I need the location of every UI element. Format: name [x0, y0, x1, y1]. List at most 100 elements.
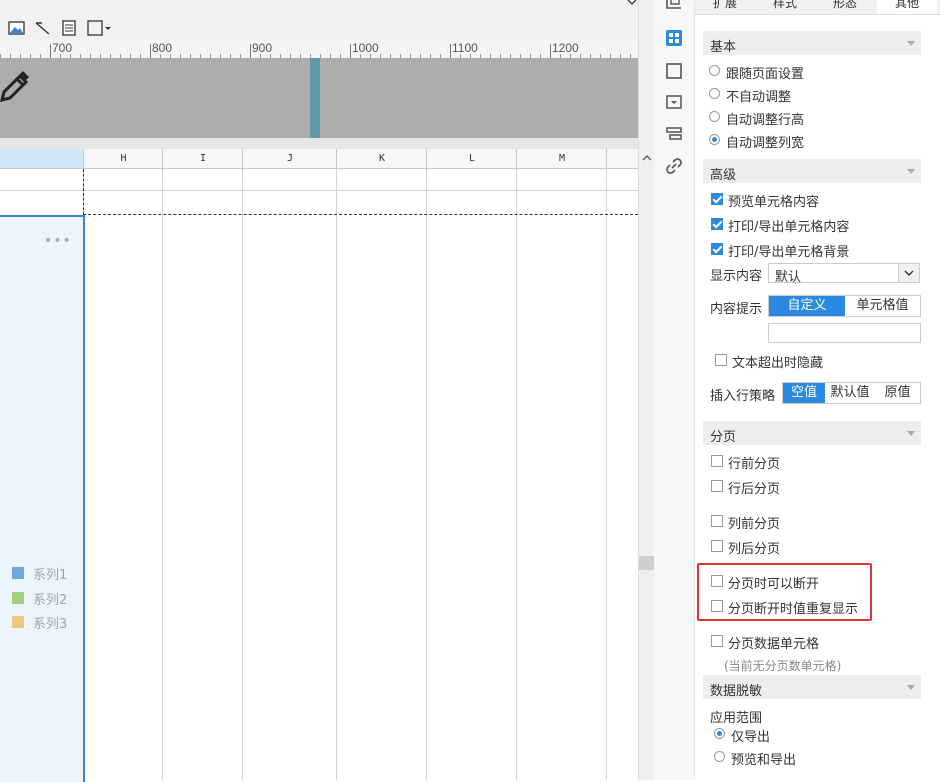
apply-scope-label: 应用范围 [710, 711, 763, 726]
tooltip-text-input[interactable] [768, 323, 921, 343]
condition-attribute-icon[interactable] [664, 124, 684, 144]
select-value: 默认 [775, 270, 802, 285]
collapse-arrow-icon[interactable] [907, 169, 915, 174]
radio-button-selected[interactable] [714, 728, 725, 739]
checkbox-label: 预览单元格内容 [728, 195, 820, 210]
cell-attribute-icon[interactable] [664, 28, 684, 48]
page-boundary-marker[interactable] [310, 58, 320, 138]
radio-button[interactable] [709, 111, 720, 122]
checkbox[interactable] [711, 193, 723, 205]
column-header-i[interactable]: I [162, 149, 243, 168]
section-title: 分页 [710, 430, 737, 445]
insert-option-original[interactable]: 原值 [875, 383, 920, 403]
horizontal-ruler: 700 800 900 1000 1100 1200 [0, 40, 638, 59]
tab-other[interactable]: 其他 [877, 0, 937, 14]
cell-element-icon[interactable] [664, 0, 684, 14]
legend-label: 系列1 [33, 568, 68, 583]
checkbox[interactable] [715, 354, 727, 366]
insert-row-label: 插入行策略 [710, 389, 776, 404]
scroll-thumb[interactable] [639, 556, 654, 570]
radio-label: 自动调整行高 [726, 113, 805, 128]
checkbox-label: 打印/导出单元格内容 [728, 220, 850, 235]
hyperlink-icon[interactable] [664, 156, 684, 176]
radio-button[interactable] [709, 65, 720, 76]
checkbox[interactable] [711, 243, 723, 255]
more-options-icon[interactable]: ••• [44, 233, 72, 249]
page-break-line [83, 214, 638, 215]
widget-icon[interactable] [664, 61, 684, 81]
cell-properties-panel: 扩展 样式 形态 其他 基本 跟随页面设置 不自动调整 自动调整行高 自动调整列… [695, 0, 940, 780]
display-content-select[interactable]: 默认 [768, 263, 920, 285]
checkbox[interactable] [711, 480, 723, 492]
chevron-down-icon[interactable] [898, 264, 919, 282]
ruler-tick [150, 44, 151, 58]
ruler-tick [50, 44, 51, 58]
expand-icon[interactable] [626, 0, 638, 10]
tab-style[interactable]: 样式 [755, 0, 815, 11]
radio-label: 预览和导出 [731, 753, 797, 768]
ruler-label: 1200 [552, 41, 579, 55]
insert-option-default[interactable]: 默认值 [825, 383, 875, 403]
checkbox[interactable] [711, 515, 723, 527]
dropdown-control-icon[interactable] [664, 92, 684, 112]
checkbox-label: 列后分页 [728, 542, 781, 557]
tooltip-option-custom[interactable]: 自定义 [769, 296, 845, 316]
checkbox-label: 打印/导出单元格背景 [728, 245, 850, 260]
column-header-bar: H I J K L M [0, 149, 638, 169]
spreadsheet-grid[interactable] [0, 169, 638, 780]
ruler-tick [450, 44, 451, 58]
radio-label: 自动调整列宽 [726, 136, 805, 151]
radio-button[interactable] [709, 88, 720, 99]
column-header-k[interactable]: K [336, 149, 427, 168]
ruler-label: 900 [252, 41, 273, 55]
document-icon[interactable] [60, 18, 78, 38]
collapse-arrow-icon[interactable] [907, 431, 915, 436]
border-dropdown-icon[interactable] [86, 18, 114, 38]
scroll-up-icon[interactable] [641, 153, 653, 163]
ruler-tick [350, 44, 351, 58]
section-paging[interactable]: 分页 [703, 421, 921, 445]
property-tabs: 扩展 样式 形态 其他 [695, 0, 940, 15]
column-header-l[interactable]: L [426, 149, 517, 168]
checkbox-label: 文本超出时隐藏 [732, 356, 824, 371]
ruler-tick [250, 44, 251, 58]
section-advanced[interactable]: 高级 [703, 159, 921, 183]
tooltip-option-cell-value[interactable]: 单元格值 [845, 296, 920, 316]
checkbox[interactable] [711, 540, 723, 552]
legend-swatch [12, 567, 24, 579]
section-data-masking[interactable]: 数据脱敏 [703, 675, 921, 699]
column-header-h[interactable]: H [83, 149, 163, 168]
legend-swatch [12, 616, 24, 628]
checkbox[interactable] [711, 455, 723, 467]
collapse-arrow-icon[interactable] [907, 685, 915, 690]
tab-shape[interactable]: 形态 [815, 0, 875, 11]
checkbox-label: 分页数据单元格 [728, 637, 820, 652]
ruler-label: 800 [152, 41, 173, 55]
selected-column-header[interactable] [0, 149, 83, 168]
pencil-icon[interactable] [0, 70, 30, 104]
chart-cell[interactable]: ••• 系列1 系列2 系列3 [0, 215, 85, 782]
radio-label: 不自动调整 [726, 90, 792, 105]
column-header-next[interactable] [606, 149, 639, 168]
tab-extend[interactable]: 扩展 [695, 0, 755, 11]
column-header-j[interactable]: J [242, 149, 337, 168]
section-title: 基本 [710, 40, 737, 55]
collapse-arrow-icon[interactable] [907, 41, 915, 46]
checkbox[interactable] [711, 218, 723, 230]
insert-option-empty[interactable]: 空值 [783, 383, 825, 403]
radio-button[interactable] [714, 751, 725, 762]
highlight-box [697, 563, 872, 621]
page-break-line-vertical [83, 169, 84, 215]
legend-label: 系列3 [33, 617, 68, 632]
column-header-m[interactable]: M [516, 149, 607, 168]
image-icon[interactable] [8, 18, 26, 38]
radio-button-selected[interactable] [709, 134, 720, 145]
vertical-scrollbar[interactable] [638, 0, 655, 780]
toolbar [0, 0, 638, 41]
checkbox-label: 列前分页 [728, 517, 781, 532]
display-content-label: 显示内容 [710, 269, 763, 284]
ruler-label: 1000 [352, 41, 379, 55]
slash-icon[interactable] [34, 18, 52, 38]
checkbox[interactable] [711, 635, 723, 647]
section-basic[interactable]: 基本 [703, 31, 921, 55]
